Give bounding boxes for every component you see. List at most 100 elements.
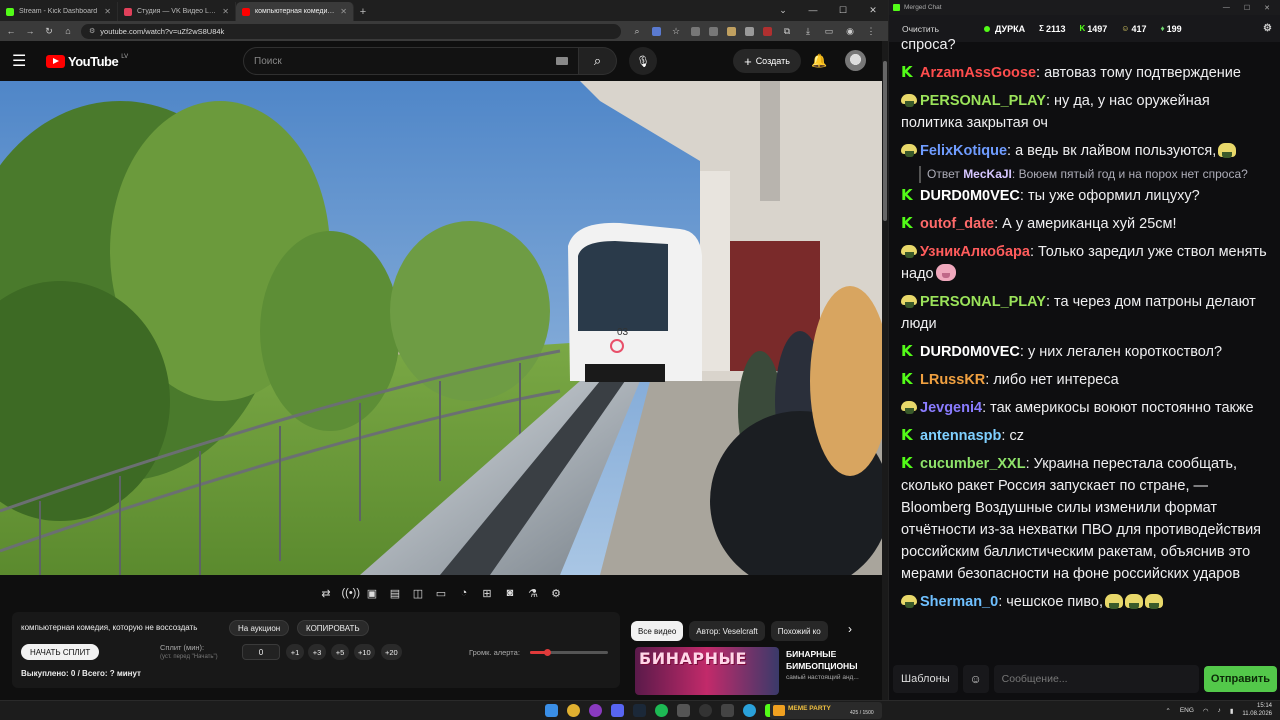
chat-username[interactable]: DURD0M0VEC <box>920 344 1020 360</box>
keyboard-icon[interactable] <box>556 57 568 65</box>
translate-icon[interactable] <box>652 26 661 36</box>
new-tab-button[interactable]: + <box>354 2 372 21</box>
menu-dots-icon[interactable]: ⋮ <box>865 26 877 37</box>
create-button[interactable]: + Создать <box>733 49 801 73</box>
chip-similar[interactable]: Похожий ко <box>770 621 828 641</box>
chrome-icon[interactable] <box>567 704 580 717</box>
chip-author[interactable]: Автор: Veselcraft <box>689 621 765 641</box>
repeat-icon[interactable]: ⇄ <box>319 587 334 600</box>
chevron-right-icon[interactable]: › <box>848 622 852 636</box>
add-icon[interactable]: ⊞ <box>480 587 495 600</box>
discord-icon[interactable] <box>611 704 624 717</box>
profile-icon[interactable]: ◉ <box>844 26 856 37</box>
app-icon[interactable] <box>677 704 690 717</box>
bookmark-star-icon[interactable]: ☆ <box>670 26 682 37</box>
chat-username[interactable]: FelixKotique <box>920 143 1007 159</box>
chevron-up-icon[interactable]: ⌃ <box>1165 707 1170 715</box>
chip-all-videos[interactable]: Все видео <box>631 621 684 641</box>
close-icon[interactable]: ✕ <box>104 7 111 16</box>
split-minutes-input[interactable]: 0 <box>242 644 280 660</box>
chat-username[interactable]: outof_date <box>920 216 994 232</box>
close-window-icon[interactable]: ✕ <box>1264 4 1270 12</box>
related-video-thumbnail[interactable]: БИНАРНЫЕ <box>635 647 779 695</box>
related-video-title[interactable]: БИНАРНЫЕ БИМБОПЦИОНЫ <box>786 648 876 672</box>
chat-message-list[interactable]: спроса? ArzamAssGoose: автоваз тому подтв… <box>889 34 1280 660</box>
notifications-bell-icon[interactable]: 🔔 <box>811 53 827 69</box>
increment-3-button[interactable]: +3 <box>308 644 326 660</box>
puzzle-icon[interactable]: ⧉ <box>781 26 793 37</box>
close-icon[interactable]: ✕ <box>340 7 347 16</box>
increment-10-button[interactable]: +10 <box>354 644 375 660</box>
chat-username[interactable]: Jevgeni4 <box>920 400 982 416</box>
chat-username[interactable]: ArzamAssGoose <box>920 65 1036 81</box>
chat-username[interactable]: Sherman_0 <box>920 594 998 610</box>
battery-icon[interactable]: ▮ <box>1230 707 1234 715</box>
tab-youtube-video[interactable]: компьютерная комедия, которую не воссозд… <box>236 2 354 21</box>
voice-search-button[interactable]: 🎙 <box>629 47 657 75</box>
extension-icon[interactable] <box>691 26 700 36</box>
back-icon[interactable]: ← <box>5 26 17 36</box>
settings-icon[interactable]: ⚙ <box>549 587 564 600</box>
search-button[interactable]: ⌕ <box>579 47 617 75</box>
forward-icon[interactable]: → <box>24 26 36 36</box>
settings-icon[interactable]: ⚙ <box>1263 23 1272 34</box>
flask-icon[interactable]: ⚗ <box>526 587 541 600</box>
menu-icon[interactable]: ☰ <box>12 51 36 71</box>
speed-icon[interactable]: ◔ <box>457 587 472 599</box>
avatar[interactable] <box>845 50 866 71</box>
broadcast-icon[interactable]: ((•)) <box>342 587 361 599</box>
increment-20-button[interactable]: +20 <box>381 644 402 660</box>
clip-icon[interactable]: ▣ <box>365 587 380 600</box>
site-info-icon[interactable]: ⚙ <box>89 27 95 35</box>
reply-username[interactable]: MecKaJI <box>963 167 1012 181</box>
chat-username[interactable]: LRussKR <box>920 372 985 388</box>
volume-knob[interactable] <box>543 648 551 656</box>
split-icon[interactable]: ▭ <box>823 26 835 37</box>
wifi-icon[interactable]: ◠ <box>1203 707 1209 715</box>
scrollbar-thumb[interactable] <box>883 61 887 221</box>
extension-icon[interactable] <box>763 26 772 36</box>
app-icon[interactable] <box>589 704 602 717</box>
home-icon[interactable]: ⌂ <box>62 26 74 36</box>
zoom-icon[interactable]: ⌕ <box>631 26 643 37</box>
windows-start-icon[interactable] <box>545 704 558 717</box>
address-bar[interactable]: ⚙ youtube.com/watch?v=uZf2wS8U84k <box>81 23 621 39</box>
video-player[interactable]: 03 <box>0 81 882 575</box>
chat-username[interactable]: PERSONAL_PLAY <box>920 93 1046 109</box>
chat-username[interactable]: DURD0M0VEC <box>920 188 1020 204</box>
chat-username[interactable]: PERSONAL_PLAY <box>920 294 1046 310</box>
chat-username[interactable]: cucumber_XXL <box>920 456 1026 472</box>
volume-slider[interactable] <box>530 648 608 656</box>
close-window-icon[interactable]: ✕ <box>858 0 888 20</box>
camera-icon[interactable]: ◙ <box>503 587 518 599</box>
frame-icon[interactable]: ◫ <box>411 587 426 600</box>
message-input[interactable]: Сообщение... <box>993 665 1199 693</box>
extension-icon[interactable] <box>727 26 736 36</box>
chat-username[interactable]: antennaspb <box>920 428 1001 444</box>
download-icon[interactable]: ⤓ <box>802 26 814 37</box>
minimize-icon[interactable]: — <box>798 0 828 20</box>
tab-kick-dashboard[interactable]: Stream - Kick Dashboard ✕ <box>0 2 118 21</box>
send-button[interactable]: Отправить <box>1203 666 1277 692</box>
chat-username[interactable]: УзникАлкобара <box>920 244 1030 260</box>
maximize-icon[interactable]: ☐ <box>1244 4 1250 12</box>
lang-indicator[interactable]: ENG <box>1180 707 1194 714</box>
dropdown-icon[interactable]: ⌄ <box>768 0 798 20</box>
templates-button[interactable]: Шаблоны <box>893 665 958 693</box>
auction-button[interactable]: На аукцион <box>229 620 290 636</box>
meme-party-widget[interactable]: MEME PARTY 425 / 1500 <box>770 702 882 719</box>
increment-5-button[interactable]: +5 <box>331 644 349 660</box>
volume-icon[interactable]: ♪ <box>1218 707 1221 714</box>
increment-1-button[interactable]: +1 <box>286 644 304 660</box>
extension-icon[interactable] <box>745 26 754 36</box>
copy-button[interactable]: КОПИРОВАТЬ <box>297 620 369 636</box>
telegram-icon[interactable] <box>743 704 756 717</box>
tab-vk-studio[interactable]: Студия — VK Видео Live ✕ <box>118 2 236 21</box>
spotify-icon[interactable] <box>655 704 668 717</box>
minimize-icon[interactable]: — <box>1223 4 1230 12</box>
close-icon[interactable]: ✕ <box>222 7 229 16</box>
reload-icon[interactable]: ↻ <box>43 26 55 37</box>
start-split-button[interactable]: НАЧАТЬ СПЛИТ <box>21 644 100 660</box>
clock[interactable]: 15:14 11.08.2026 <box>1242 703 1272 718</box>
app-icon[interactable] <box>721 704 734 717</box>
